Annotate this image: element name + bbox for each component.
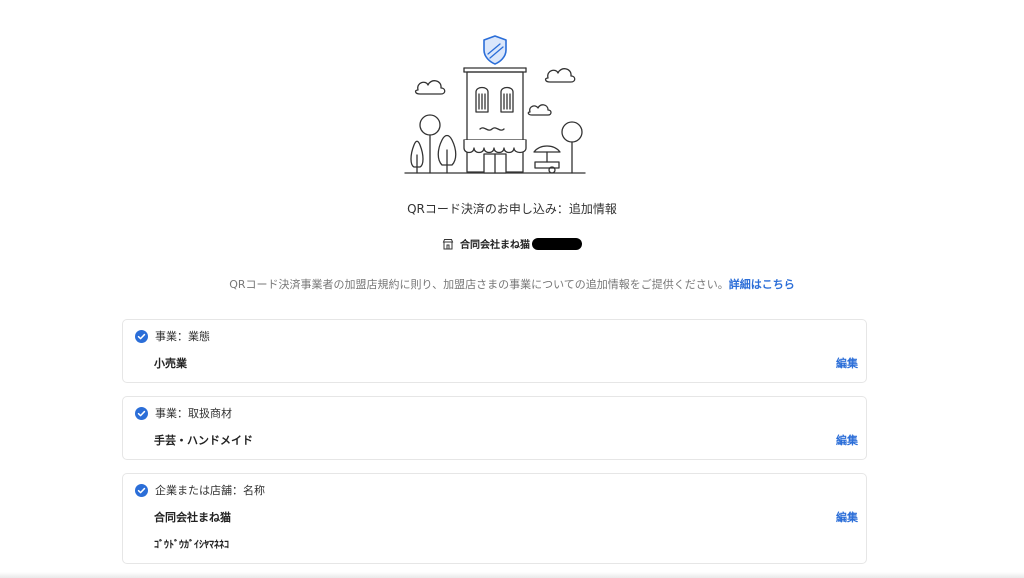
check-circle-icon xyxy=(135,330,148,343)
details-link[interactable]: 詳細はこちら xyxy=(729,278,795,291)
info-card-merchandise: 事業：取扱商材 手芸・ハンドメイド 編集 xyxy=(122,396,867,460)
bottom-edge xyxy=(0,572,1024,578)
intro-text: QRコード決済事業者の加盟店規約に則り、加盟店さまの事業についての追加情報をご提… xyxy=(0,277,1024,293)
check-circle-icon xyxy=(135,484,148,497)
card-value: 小売業 xyxy=(154,357,187,370)
card-value-kana: ｺﾞｳﾄﾞｳｶﾞｲｼﾔﾏﾈﾈｺ xyxy=(154,540,229,551)
merchant-info: 合同会社まね猫 xyxy=(0,236,1024,251)
shield-icon xyxy=(483,35,507,65)
check-circle-icon xyxy=(135,407,148,420)
page-title: QRコード決済のお申し込み：追加情報 xyxy=(407,202,617,216)
edit-button[interactable]: 編集 xyxy=(836,510,858,526)
card-label: 事業：取扱商材 xyxy=(155,407,232,420)
page: QRコード決済のお申し込み：追加情報 合同会社まね猫 QRコード決済事業者の加盟… xyxy=(0,0,1024,578)
info-card-company-name: 企業または店舗：名称 合同会社まね猫 ｺﾞｳﾄﾞｳｶﾞｲｼﾔﾏﾈﾈｺ 編集 xyxy=(122,473,867,564)
card-label: 事業：業態 xyxy=(155,330,210,343)
card-value: 手芸・ハンドメイド xyxy=(154,434,253,447)
edit-button[interactable]: 編集 xyxy=(836,433,858,449)
redaction-mark xyxy=(532,237,582,250)
card-value: 合同会社まね猫 xyxy=(154,511,231,524)
info-card-business-type: 事業：業態 小売業 編集 xyxy=(122,319,867,383)
intro-description: QRコード決済事業者の加盟店規約に則り、加盟店さまの事業についての追加情報をご提… xyxy=(229,278,729,291)
merchant-name: 合同会社まね猫 xyxy=(460,240,530,251)
card-label: 企業または店舗：名称 xyxy=(155,484,265,497)
edit-button[interactable]: 編集 xyxy=(836,356,858,372)
store-icon xyxy=(442,238,454,249)
storefront-illustration xyxy=(404,35,586,174)
